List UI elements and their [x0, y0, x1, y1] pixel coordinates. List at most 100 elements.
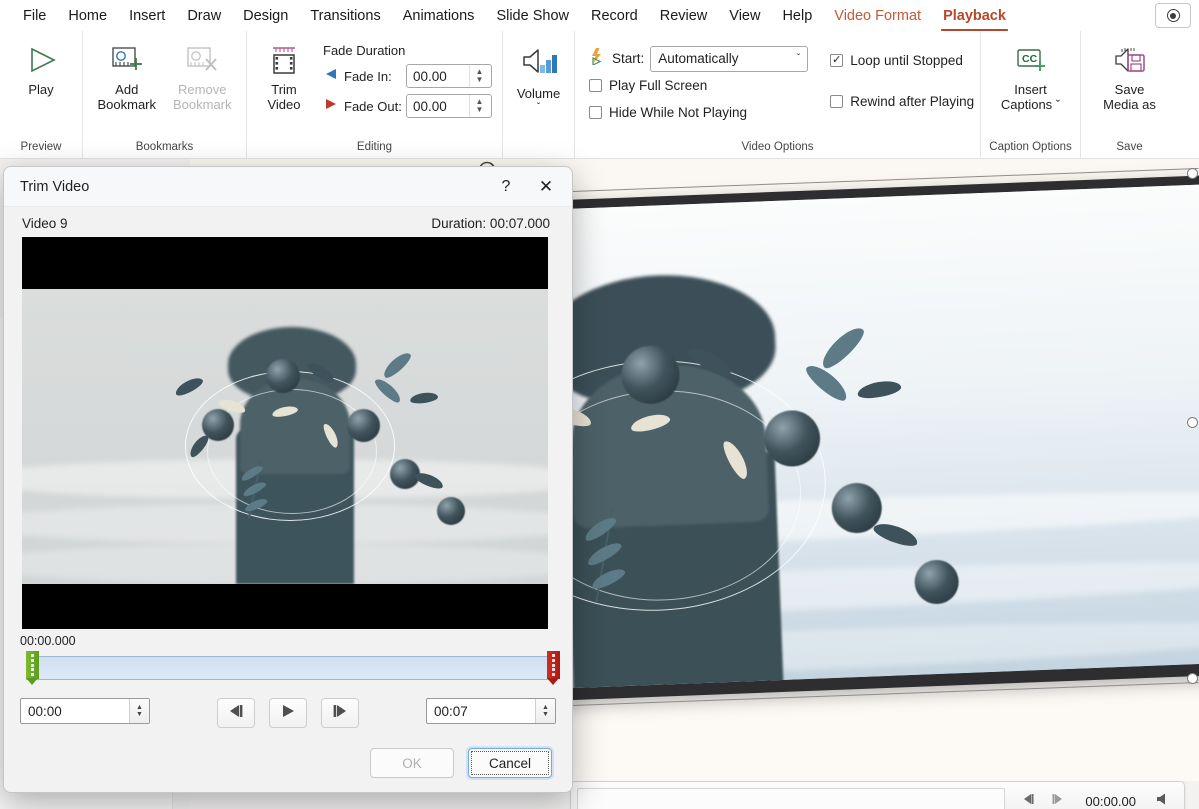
tab-view[interactable]: View	[718, 5, 771, 27]
save-media-as-button[interactable]: Save Media as	[1087, 37, 1172, 114]
video-preview-frame	[22, 289, 548, 584]
dialog-title-bar[interactable]: Trim Video ? ✕	[4, 167, 572, 207]
transport-controls	[217, 698, 359, 728]
fade-duration-section: Fade Duration Fade In: ▲▼	[315, 37, 496, 124]
add-bookmark-button[interactable]: Add Bookmark	[89, 37, 165, 114]
chevron-down-icon[interactable]: ˇ	[537, 103, 540, 113]
cancel-button[interactable]: Cancel	[468, 748, 552, 778]
trim-video-label: Trim Video	[267, 82, 300, 112]
record-button[interactable]	[1155, 3, 1191, 28]
ribbon-group-volume: Volume ˇ	[502, 31, 574, 158]
checkbox-loop-until-stopped-row[interactable]: Loop until Stopped	[830, 47, 974, 74]
remove-bookmark-label: Remove Bookmark	[173, 82, 232, 112]
trim-video-button[interactable]: Trim Video	[253, 37, 315, 114]
start-time-input[interactable]	[21, 703, 129, 720]
trim-video-dialog[interactable]: Trim Video ? ✕ Video 9 Duration: 00:07.0…	[3, 166, 573, 793]
volume-button[interactable]: Volume ˇ	[507, 37, 570, 113]
start-dropdown-value: Automatically	[658, 51, 738, 66]
checkbox-rewind-after-playing-row[interactable]: Rewind after Playing	[830, 88, 974, 115]
play-button[interactable]: Play	[6, 37, 76, 99]
media-control-bar[interactable]: 00:00.00	[570, 781, 1185, 809]
start-lightning-icon	[589, 47, 607, 70]
dialog-info-row: Video 9 Duration: 00:07.000	[4, 207, 572, 237]
close-icon[interactable]: ✕	[526, 171, 566, 203]
tab-playback[interactable]: Playback	[932, 5, 1017, 27]
end-trim-marker[interactable]	[547, 651, 560, 685]
ribbon-tab-bar: File Home Insert Draw Design Transitions…	[0, 0, 1199, 31]
loop-until-stopped-checkbox[interactable]	[830, 54, 843, 67]
play-full-screen-checkbox[interactable]	[589, 79, 602, 92]
rewind-after-playing-checkbox[interactable]	[830, 95, 843, 108]
tab-design[interactable]: Design	[232, 5, 299, 27]
selection-handle-middle-right[interactable]	[1187, 417, 1198, 428]
tab-animations[interactable]: Animations	[392, 5, 486, 27]
tab-review[interactable]: Review	[649, 5, 719, 27]
media-progress-track[interactable]	[577, 788, 1005, 809]
end-time-input[interactable]	[427, 703, 535, 720]
ribbon-group-save-title: Save	[1081, 140, 1178, 158]
cc-insert-captions-icon: CC	[1013, 43, 1049, 77]
media-prev-frame-button[interactable]	[1013, 791, 1043, 809]
play-triangle-icon	[24, 43, 58, 77]
fade-out-row: Fade Out: ▲▼	[323, 94, 492, 118]
hide-while-not-playing-checkbox[interactable]	[589, 106, 602, 119]
fade-in-row: Fade In: ▲▼	[323, 64, 492, 88]
loop-until-stopped-label: Loop until Stopped	[850, 53, 963, 68]
media-time-display: 00:00.00	[1073, 794, 1148, 809]
start-time-stepper[interactable]: ▲▼	[129, 699, 149, 723]
mute-speaker-icon	[1154, 791, 1172, 809]
play-button[interactable]	[269, 698, 307, 728]
video-preview[interactable]	[22, 237, 548, 629]
ribbon-group-caption-options-title: Caption Options	[981, 140, 1080, 158]
video-options-right-column: Loop until Stopped Rewind after Playing	[830, 45, 974, 126]
checkbox-play-full-screen-row[interactable]: Play Full Screen	[589, 72, 808, 99]
tab-record[interactable]: Record	[580, 5, 649, 27]
fade-out-stepper[interactable]: ▲▼	[469, 95, 489, 117]
start-trim-marker[interactable]	[26, 651, 39, 685]
trim-timeline[interactable]	[18, 650, 558, 684]
svg-text:CC: CC	[1022, 53, 1038, 65]
start-label: Start:	[612, 51, 644, 66]
fade-in-spinner[interactable]: ▲▼	[406, 64, 492, 88]
end-time-field[interactable]: ▲▼	[426, 698, 556, 724]
video-name-label: Video 9	[22, 216, 431, 231]
checkbox-hide-while-not-playing-row[interactable]: Hide While Not Playing	[589, 99, 808, 126]
previous-frame-icon	[225, 702, 247, 725]
fade-in-triangle-icon	[323, 67, 338, 86]
start-dropdown[interactable]: Automatically ˇ	[650, 46, 808, 72]
add-bookmark-icon	[109, 43, 145, 77]
tab-insert[interactable]: Insert	[118, 5, 176, 27]
media-next-frame-button[interactable]	[1043, 791, 1073, 809]
fade-out-label: Fade Out:	[344, 99, 406, 114]
help-icon[interactable]: ?	[486, 171, 526, 203]
tab-help[interactable]: Help	[771, 5, 823, 27]
start-time-field[interactable]: ▲▼	[20, 698, 150, 724]
selection-handle-bottom-right[interactable]	[1187, 673, 1198, 684]
tab-video-format[interactable]: Video Format	[823, 5, 932, 27]
ribbon-group-editing-title: Editing	[247, 140, 502, 158]
video-preview-artwork	[22, 289, 548, 584]
media-mute-button[interactable]	[1148, 791, 1178, 809]
ribbon: Play Preview	[0, 31, 1199, 159]
tab-slide-show[interactable]: Slide Show	[485, 5, 580, 27]
tab-home[interactable]: Home	[57, 5, 118, 27]
prev-frame-icon	[1019, 791, 1037, 809]
record-circle-icon	[1167, 9, 1180, 22]
fade-out-input[interactable]	[407, 98, 469, 115]
fade-out-spinner[interactable]: ▲▼	[406, 94, 492, 118]
fade-in-stepper[interactable]: ▲▼	[469, 65, 489, 87]
tab-draw[interactable]: Draw	[176, 5, 232, 27]
end-time-stepper[interactable]: ▲▼	[535, 699, 555, 723]
previous-frame-button[interactable]	[217, 698, 255, 728]
fade-in-input[interactable]	[407, 68, 469, 85]
tab-file[interactable]: File	[12, 5, 57, 27]
save-media-as-icon	[1112, 43, 1148, 77]
fade-out-triangle-icon	[323, 97, 338, 116]
timeline-track[interactable]	[26, 656, 550, 680]
play-full-screen-label: Play Full Screen	[609, 78, 707, 93]
next-frame-button[interactable]	[321, 698, 359, 728]
selection-handle-top-right[interactable]	[1187, 168, 1198, 179]
tab-transitions[interactable]: Transitions	[299, 5, 391, 27]
ribbon-group-video-options: Start: Automatically ˇ Play Full Screen	[574, 31, 980, 158]
insert-captions-button[interactable]: CC Insert Captions ˇ	[987, 37, 1074, 114]
